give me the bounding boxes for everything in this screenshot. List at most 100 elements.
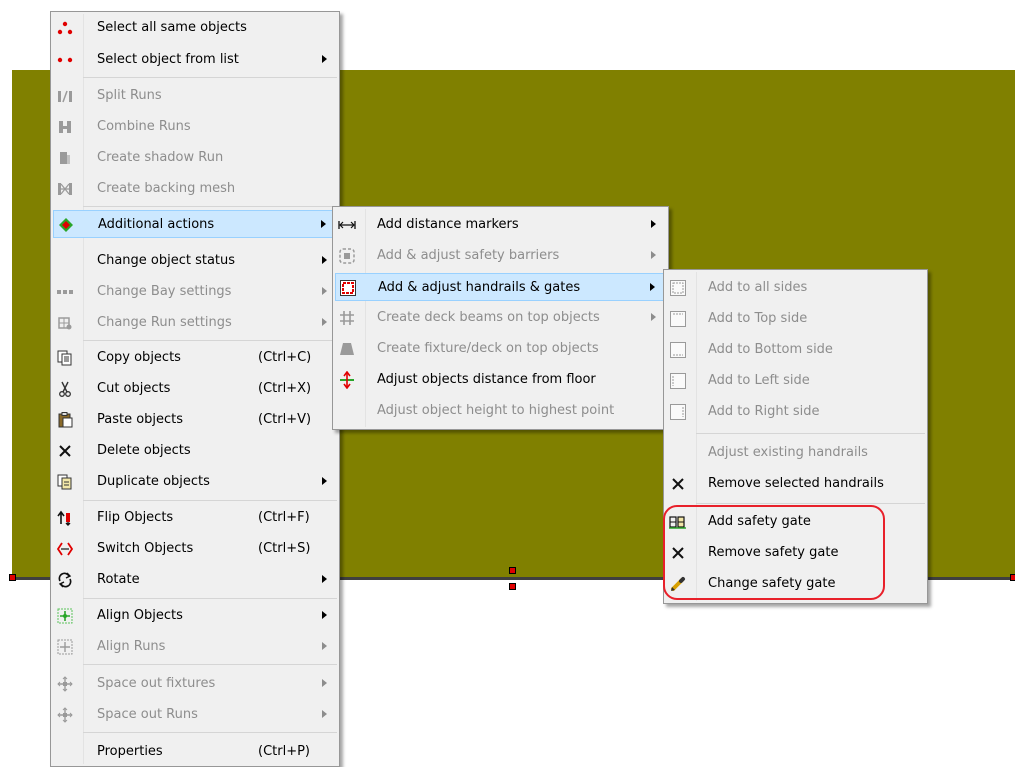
- menu-item-rotate[interactable]: Rotate: [53, 566, 337, 594]
- menu-item-shortcut: (Ctrl+F): [258, 510, 310, 525]
- menu-item-add-distance-markers[interactable]: Add distance markers: [335, 211, 666, 239]
- menu-separator: [696, 433, 925, 434]
- menu-separator: [696, 503, 925, 504]
- menu-item-change-object-status[interactable]: Change object status: [53, 247, 337, 275]
- menu-item-combine-runs[interactable]: Combine Runs: [53, 113, 337, 141]
- menu-item-label: Add to Right side: [708, 404, 820, 419]
- align-runs-icon: [55, 637, 75, 657]
- submenu-arrow-icon: [650, 283, 655, 291]
- selection-handle-middle-bottom[interactable]: [509, 583, 516, 590]
- menu-separator: [83, 732, 337, 733]
- menu-item-label: Add to all sides: [708, 280, 808, 295]
- menu-item-add-adjust-safety-barriers[interactable]: Add & adjust safety barriers: [335, 242, 666, 270]
- flip-icon: [55, 508, 75, 528]
- submenu-arrow-icon: [651, 220, 656, 228]
- menu-item-create-deck-beams[interactable]: Create deck beams on top objects: [335, 304, 666, 332]
- menu-item-label: Combine Runs: [97, 119, 191, 134]
- move-arrows-icon: [55, 705, 75, 725]
- menu-item-delete-objects[interactable]: Delete objects: [53, 437, 337, 465]
- menu-item-shortcut: (Ctrl+P): [258, 744, 311, 759]
- menu-item-switch-objects[interactable]: Switch Objects (Ctrl+S): [53, 535, 337, 563]
- submenu-arrow-icon: [321, 220, 326, 228]
- menu-item-add-to-bottom-side[interactable]: Add to Bottom side: [666, 336, 925, 364]
- handrail-icon: [338, 278, 358, 298]
- menu-item-add-to-all-sides[interactable]: Add to all sides: [666, 274, 925, 302]
- menu-item-remove-selected-handrails[interactable]: Remove selected handrails: [666, 470, 925, 498]
- menu-item-label: Align Runs: [97, 639, 166, 654]
- submenu-arrow-icon: [322, 318, 327, 326]
- right-side-icon: [668, 402, 688, 422]
- menu-item-align-runs[interactable]: Align Runs: [53, 633, 337, 661]
- menu-item-label: Select object from list: [97, 52, 239, 67]
- menu-item-label: Adjust existing handrails: [708, 445, 868, 460]
- menu-item-split-runs[interactable]: Split Runs: [53, 82, 337, 110]
- menu-item-paste-objects[interactable]: Paste objects (Ctrl+V): [53, 406, 337, 434]
- menu-item-label: Add to Top side: [708, 311, 808, 326]
- menu-item-label: Remove selected handrails: [708, 476, 884, 491]
- menu-item-add-adjust-handrails-gates[interactable]: Add & adjust handrails & gates: [335, 273, 666, 301]
- menu-item-copy-objects[interactable]: Copy objects (Ctrl+C): [53, 344, 337, 372]
- menu-item-label: Add distance markers: [377, 217, 519, 232]
- duplicate-icon: [55, 472, 75, 492]
- x-icon: [668, 474, 688, 494]
- switch-icon: [55, 539, 75, 559]
- menu-item-create-fixture-deck[interactable]: Create fixture/deck on top objects: [335, 335, 666, 363]
- menu-item-label: Properties: [97, 744, 163, 759]
- vertical-adjust-icon: [337, 370, 357, 390]
- menu-item-create-shadow-run[interactable]: Create shadow Run: [53, 144, 337, 172]
- selection-handle-right[interactable]: [1010, 574, 1015, 581]
- menu-separator: [83, 500, 337, 501]
- menu-item-duplicate-objects[interactable]: Duplicate objects: [53, 468, 337, 496]
- backing-mesh-icon: [55, 179, 75, 199]
- left-side-icon: [668, 371, 688, 391]
- submenu-arrow-icon: [322, 55, 327, 63]
- menu-item-select-all-same[interactable]: Select all same objects: [53, 14, 337, 42]
- selection-handle-left[interactable]: [9, 574, 16, 581]
- menu-separator: [83, 77, 337, 78]
- menu-item-label: Copy objects: [97, 350, 181, 365]
- bottom-side-icon: [668, 340, 688, 360]
- menu-item-space-out-fixtures[interactable]: Space out fixtures: [53, 670, 337, 698]
- red-dots-icon: [55, 18, 75, 38]
- menu-item-select-from-list[interactable]: Select object from list: [53, 46, 337, 74]
- shadow-run-icon: [55, 148, 75, 168]
- menu-item-label: Create deck beams on top objects: [377, 310, 600, 325]
- menu-item-adjust-existing-handrails[interactable]: Adjust existing handrails: [666, 439, 925, 467]
- menu-item-shortcut: (Ctrl+V): [258, 412, 312, 427]
- menu-item-label: Switch Objects: [97, 541, 194, 556]
- context-menu: Select all same objects Select object fr…: [50, 11, 340, 767]
- submenu-arrow-icon: [322, 477, 327, 485]
- menu-item-label: Space out Runs: [97, 707, 198, 722]
- align-objects-icon: [55, 606, 75, 626]
- menu-item-label: Create shadow Run: [97, 150, 224, 165]
- all-sides-icon: [668, 278, 688, 298]
- menu-item-space-out-runs[interactable]: Space out Runs: [53, 701, 337, 729]
- menu-item-label: Delete objects: [97, 443, 191, 458]
- safety-barrier-icon: [337, 246, 357, 266]
- menu-item-add-to-left-side[interactable]: Add to Left side: [666, 367, 925, 395]
- menu-item-adjust-height-highest-point[interactable]: Adjust object height to highest point: [335, 397, 666, 425]
- menu-item-label: Additional actions: [98, 217, 215, 232]
- menu-item-cut-objects[interactable]: Cut objects (Ctrl+X): [53, 375, 337, 403]
- copy-icon: [55, 348, 75, 368]
- menu-item-properties[interactable]: Properties (Ctrl+P): [53, 738, 337, 766]
- menu-item-label: Space out fixtures: [97, 676, 216, 691]
- submenu-arrow-icon: [322, 575, 327, 583]
- menu-item-add-to-right-side[interactable]: Add to Right side: [666, 398, 925, 426]
- menu-item-adjust-distance-from-floor[interactable]: Adjust objects distance from floor: [335, 366, 666, 394]
- menu-item-change-bay-settings[interactable]: Change Bay settings: [53, 278, 337, 306]
- menu-item-shortcut: (Ctrl+S): [258, 541, 311, 556]
- menu-item-label: Change Bay settings: [97, 284, 232, 299]
- menu-item-add-to-top-side[interactable]: Add to Top side: [666, 305, 925, 333]
- menu-item-label: Flip Objects: [97, 510, 174, 525]
- menu-item-label: Add & adjust handrails & gates: [378, 280, 581, 295]
- menu-item-create-backing-mesh[interactable]: Create backing mesh: [53, 175, 337, 203]
- menu-item-change-run-settings[interactable]: Change Run settings: [53, 309, 337, 337]
- top-side-icon: [668, 309, 688, 329]
- menu-item-flip-objects[interactable]: Flip Objects (Ctrl+F): [53, 504, 337, 532]
- submenu-arrow-icon: [322, 611, 327, 619]
- menu-item-align-objects[interactable]: Align Objects: [53, 602, 337, 630]
- selection-handle-middle-top[interactable]: [509, 567, 516, 574]
- menu-item-additional-actions[interactable]: Additional actions: [53, 210, 337, 238]
- menu-item-label: Create backing mesh: [97, 181, 236, 196]
